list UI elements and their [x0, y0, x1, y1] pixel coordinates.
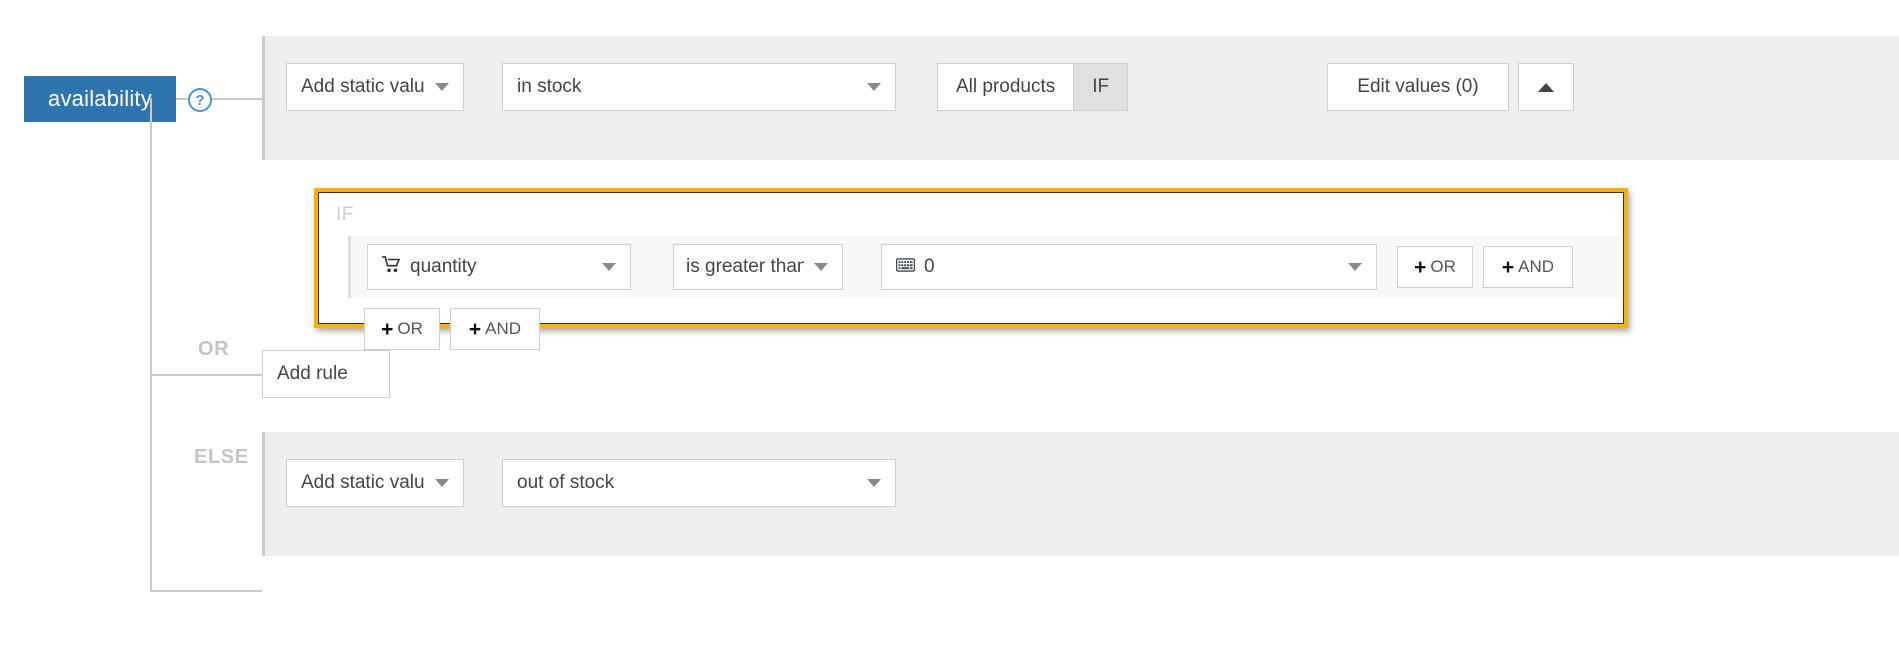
condition-operator-dropdown[interactable]: is greater than: [673, 244, 843, 290]
then-value-source-label: Add static valu: [301, 76, 425, 97]
chevron-down-icon: [867, 479, 881, 487]
condition-field-label: quantity: [410, 256, 477, 277]
condition-add-or-label: OR: [1430, 257, 1456, 276]
scope-option-if-label: IF: [1092, 76, 1110, 97]
scope-toggle-group: All products IF: [937, 63, 1129, 111]
plus-icon: +: [1414, 255, 1427, 279]
chevron-down-icon: [434, 479, 449, 487]
attribute-tag-label: availability: [48, 86, 152, 111]
edit-values-button[interactable]: Edit values (0): [1327, 63, 1509, 111]
condition-add-or-button[interactable]: + OR: [1397, 246, 1473, 288]
branch-label-else: ELSE: [194, 446, 249, 468]
block-add-or-label: OR: [397, 319, 423, 338]
then-value-dropdown[interactable]: in stock: [502, 63, 896, 111]
then-value-source-dropdown[interactable]: Add static valu: [286, 63, 464, 111]
if-condition-block: IF quantity is greater than 0 + OR + AND…: [314, 188, 1628, 350]
scope-option-if[interactable]: IF: [1074, 63, 1129, 111]
condition-value-dropdown[interactable]: 0: [881, 244, 1377, 290]
connector-or-branch: [150, 374, 262, 376]
add-rule-button[interactable]: Add rule: [262, 350, 390, 398]
else-value-label: out of stock: [517, 472, 615, 493]
then-value-label: in stock: [517, 76, 582, 97]
keyboard-icon: [895, 256, 916, 278]
else-value-dropdown[interactable]: out of stock: [502, 459, 896, 507]
chevron-down-icon: [1348, 263, 1362, 271]
plus-icon: +: [381, 317, 394, 341]
scope-option-all-products-label: All products: [956, 76, 1056, 97]
plus-icon: +: [468, 317, 482, 341]
if-block-title: IF: [336, 204, 354, 225]
shopping-cart-icon: [382, 255, 401, 279]
help-circle-icon[interactable]: ?: [188, 88, 212, 112]
else-value-source-label: Add static valu: [301, 472, 425, 493]
rule-builder-canvas: availability ? Add static valu in stock …: [0, 0, 1899, 657]
add-rule-label: Add rule: [277, 363, 348, 384]
chevron-down-icon: [602, 263, 616, 271]
then-row-panel: Add static valu in stock All products IF…: [262, 36, 1899, 160]
connector-else-branch: [150, 590, 262, 592]
else-row-panel: Add static valu out of stock: [262, 432, 1899, 556]
chevron-down-icon: [434, 83, 449, 91]
plus-icon: +: [1501, 255, 1515, 279]
edit-values-label: Edit values (0): [1357, 76, 1479, 97]
condition-operator-label: is greater than: [686, 256, 804, 277]
condition-row: quantity is greater than 0 + OR + AND: [348, 236, 1620, 298]
condition-field-dropdown[interactable]: quantity: [367, 244, 631, 290]
chevron-down-icon: [867, 83, 881, 91]
connector-spine: [150, 98, 152, 590]
block-add-and-label: AND: [485, 319, 522, 338]
condition-add-and-button[interactable]: + AND: [1483, 246, 1573, 288]
connector-help-to-then: [210, 98, 262, 100]
block-add-or-button[interactable]: + OR: [364, 308, 440, 350]
chevron-down-icon: [814, 263, 828, 271]
branch-label-or: OR: [198, 338, 230, 360]
else-value-source-dropdown[interactable]: Add static valu: [286, 459, 464, 507]
condition-add-and-label: AND: [1518, 257, 1555, 276]
caret-up-icon: [1538, 82, 1554, 92]
collapse-toggle-button[interactable]: [1518, 63, 1574, 111]
attribute-tag-availability[interactable]: availability: [24, 76, 176, 122]
block-add-and-button[interactable]: + AND: [450, 308, 540, 350]
scope-option-all-products[interactable]: All products: [937, 63, 1075, 111]
condition-value-label: 0: [924, 256, 935, 277]
